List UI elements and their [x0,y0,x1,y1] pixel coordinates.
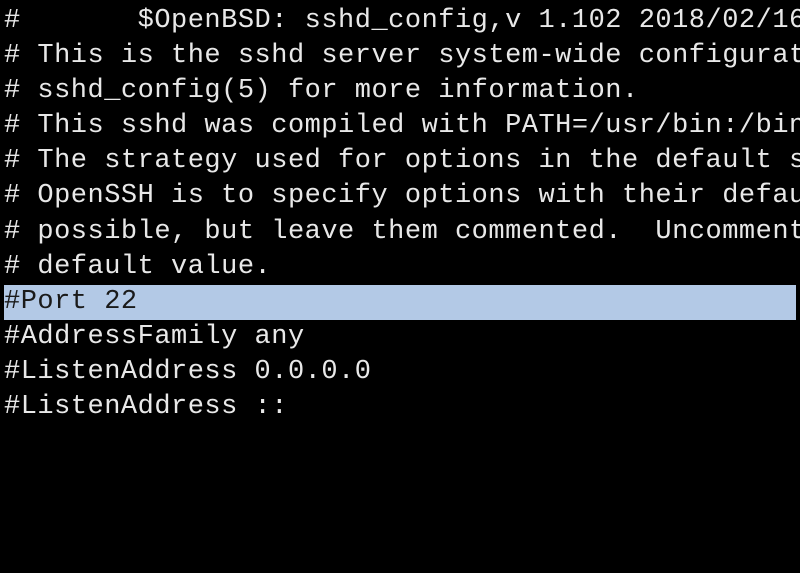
config-comment-line: # $OpenBSD: sshd_config,v 1.102 2018/02/… [4,4,796,39]
config-line: #ListenAddress 0.0.0.0 [4,355,796,390]
config-comment-line: # default value. [4,250,796,285]
config-comment-line: # OpenSSH is to specify options with the… [4,179,796,214]
config-comment-line: # The strategy used for options in the d… [4,144,796,179]
editor-content[interactable]: # $OpenBSD: sshd_config,v 1.102 2018/02/… [4,4,796,425]
config-comment-line: # sshd_config(5) for more information. [4,74,796,109]
selected-line: #Port 22 [4,285,796,320]
config-comment-line: # This is the sshd server system-wide co… [4,39,796,74]
config-comment-line: # possible, but leave them commented. Un… [4,215,796,250]
config-comment-line: # This sshd was compiled with PATH=/usr/… [4,109,796,144]
config-line: #ListenAddress :: [4,390,796,425]
config-line: #AddressFamily any [4,320,796,355]
